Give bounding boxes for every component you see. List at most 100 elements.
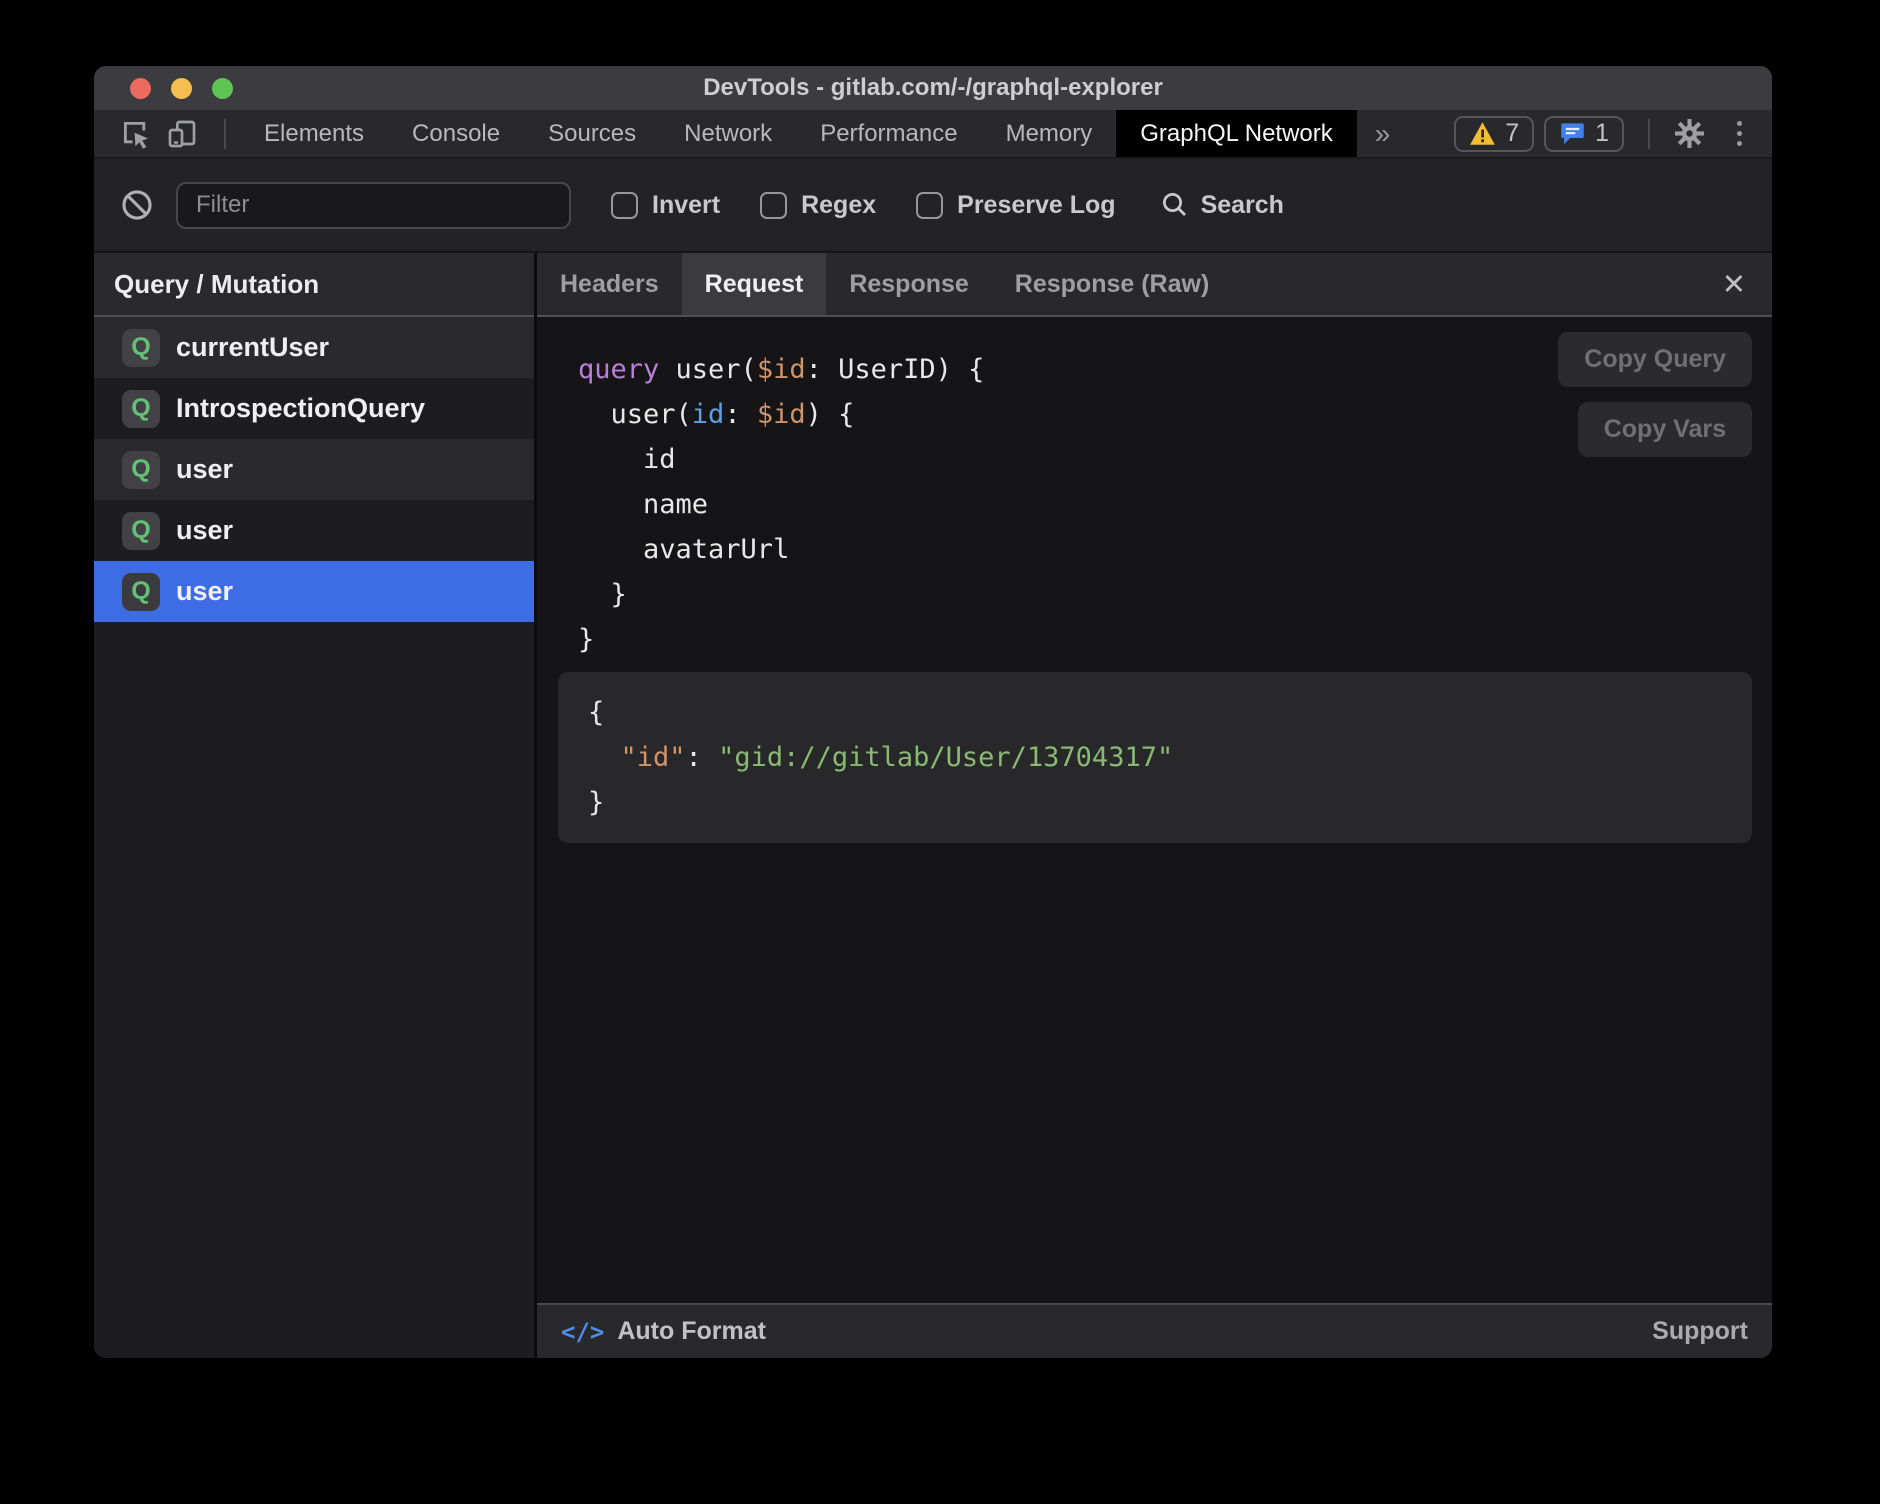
- code-line: }: [588, 780, 1722, 825]
- query-type-badge: Q: [122, 573, 160, 611]
- query-sidebar: Query / Mutation QcurrentUserQIntrospect…: [94, 253, 534, 1358]
- devtools-tab-console[interactable]: Console: [388, 110, 524, 157]
- gear-icon: [1674, 118, 1705, 149]
- window-title: DevTools - gitlab.com/-/graphql-explorer: [703, 74, 1163, 102]
- detail-tab-response[interactable]: Response: [826, 253, 991, 315]
- support-link[interactable]: Support: [1652, 1317, 1748, 1346]
- query-list-item-user[interactable]: Quser: [94, 561, 534, 622]
- minimize-window-button[interactable]: [171, 78, 192, 99]
- preserve-log-checkbox-group[interactable]: Preserve Log: [916, 191, 1115, 220]
- inspect-element-icon: [119, 117, 153, 151]
- devtools-tab-graphql-network[interactable]: GraphQL Network: [1116, 110, 1357, 157]
- settings-button[interactable]: [1674, 118, 1705, 149]
- devtools-window: DevTools - gitlab.com/-/graphql-explorer…: [94, 66, 1772, 1358]
- search-label: Search: [1201, 191, 1284, 220]
- invert-checkbox: [611, 192, 638, 219]
- warning-icon: [1469, 121, 1496, 146]
- auto-format-button[interactable]: </> Auto Format: [561, 1317, 766, 1346]
- devtools-toolbar: ElementsConsoleSourcesNetworkPerformance…: [94, 110, 1772, 159]
- query-type-badge: Q: [122, 512, 160, 550]
- query-variables-code: { "id": "gid://gitlab/User/13704317"}: [588, 690, 1722, 825]
- search-icon: [1160, 190, 1190, 220]
- code-token-kw: query: [578, 354, 659, 385]
- toolbar-separator: [224, 119, 226, 149]
- code-token-pl: }: [588, 787, 604, 818]
- query-list: QcurrentUserQIntrospectionQueryQuserQuse…: [94, 317, 534, 1358]
- query-list-item-currentUser[interactable]: QcurrentUser: [94, 317, 534, 378]
- code-token-pl: user(: [659, 354, 757, 385]
- code-token-key: "id": [621, 742, 686, 773]
- regex-label: Regex: [801, 191, 876, 220]
- code-token-pl: name: [578, 489, 708, 520]
- request-panel-body: query user($id: UserID) { user(id: $id) …: [537, 317, 1772, 1303]
- clear-button[interactable]: [120, 188, 154, 222]
- messages-badge-button[interactable]: 1: [1544, 116, 1624, 152]
- kebab-menu-icon: [1737, 121, 1742, 126]
- code-token-pl: {: [588, 697, 604, 728]
- more-options-button[interactable]: [1737, 121, 1742, 146]
- detail-tab-response-raw[interactable]: Response (Raw): [992, 253, 1232, 315]
- invert-checkbox-group[interactable]: Invert: [611, 191, 720, 220]
- code-token-pl: [588, 742, 621, 773]
- toolbar-separator: [1648, 119, 1650, 149]
- preserve-log-checkbox: [916, 192, 943, 219]
- warnings-badge-button[interactable]: 7: [1454, 116, 1534, 152]
- code-token-pl: : UserID) {: [806, 354, 985, 385]
- detail-tabs-spacer: [1232, 253, 1695, 315]
- warning-count: 7: [1505, 119, 1519, 148]
- code-token-var: $id: [757, 354, 806, 385]
- traffic-lights: [94, 78, 233, 99]
- code-line: avatarUrl: [578, 527, 1772, 572]
- code-line: name: [578, 482, 1772, 527]
- devtools-tab-performance[interactable]: Performance: [796, 110, 981, 157]
- close-window-button[interactable]: [130, 78, 151, 99]
- code-token-pl: }: [578, 579, 627, 610]
- devtools-tab-elements[interactable]: Elements: [240, 110, 388, 157]
- query-list-item-user[interactable]: Quser: [94, 500, 534, 561]
- query-type-badge: Q: [122, 390, 160, 428]
- devtools-tab-sources[interactable]: Sources: [524, 110, 660, 157]
- query-type-badge: Q: [122, 451, 160, 489]
- query-name-label: user: [176, 576, 233, 607]
- code-line: }: [578, 572, 1772, 617]
- filter-input[interactable]: [176, 182, 571, 229]
- message-icon: [1559, 120, 1586, 147]
- code-token-str: "gid://gitlab/User/13704317": [718, 742, 1173, 773]
- detail-tabs: HeadersRequestResponseResponse (Raw): [537, 253, 1232, 315]
- main-area: Query / Mutation QcurrentUserQIntrospect…: [94, 253, 1772, 1358]
- close-panel-button[interactable]: ✕: [1696, 253, 1772, 315]
- preserve-log-label: Preserve Log: [957, 191, 1115, 220]
- code-token-pl: user(: [578, 399, 692, 430]
- device-toolbar-icon: [166, 118, 198, 150]
- device-toolbar-button[interactable]: [164, 116, 200, 152]
- devtools-tab-network[interactable]: Network: [660, 110, 796, 157]
- copy-vars-button[interactable]: Copy Vars: [1578, 402, 1752, 457]
- code-line: {: [588, 690, 1722, 735]
- query-variables-box: { "id": "gid://gitlab/User/13704317"}: [558, 672, 1752, 843]
- code-icon: </>: [561, 1318, 604, 1346]
- copy-query-button[interactable]: Copy Query: [1558, 332, 1752, 387]
- more-tabs-button[interactable]: »: [1357, 118, 1409, 150]
- query-list-item-IntrospectionQuery[interactable]: Q IntrospectionQuery: [94, 378, 534, 439]
- detail-tab-request[interactable]: Request: [682, 253, 827, 315]
- regex-checkbox: [760, 192, 787, 219]
- query-name-label: user: [176, 454, 233, 485]
- query-name-label: currentUser: [176, 332, 329, 363]
- regex-checkbox-group[interactable]: Regex: [760, 191, 876, 220]
- code-line: "id": "gid://gitlab/User/13704317": [588, 735, 1722, 780]
- inspect-element-button[interactable]: [118, 116, 154, 152]
- copy-buttons: Copy Query Copy Vars: [1558, 332, 1752, 457]
- search-button[interactable]: Search: [1160, 190, 1284, 220]
- code-token-pl: :: [686, 742, 719, 773]
- maximize-window-button[interactable]: [212, 78, 233, 99]
- auto-format-label: Auto Format: [617, 1317, 766, 1346]
- code-line: }: [578, 617, 1772, 662]
- filter-toolbar: Invert Regex Preserve Log Search: [94, 159, 1772, 253]
- detail-tab-headers[interactable]: Headers: [537, 253, 682, 315]
- query-name-label: IntrospectionQuery: [176, 393, 425, 424]
- code-token-pl: ) {: [806, 399, 855, 430]
- query-list-item-user[interactable]: Quser: [94, 439, 534, 500]
- devtools-tab-memory[interactable]: Memory: [982, 110, 1117, 157]
- invert-label: Invert: [652, 191, 720, 220]
- devtools-tabs: ElementsConsoleSourcesNetworkPerformance…: [240, 110, 1357, 157]
